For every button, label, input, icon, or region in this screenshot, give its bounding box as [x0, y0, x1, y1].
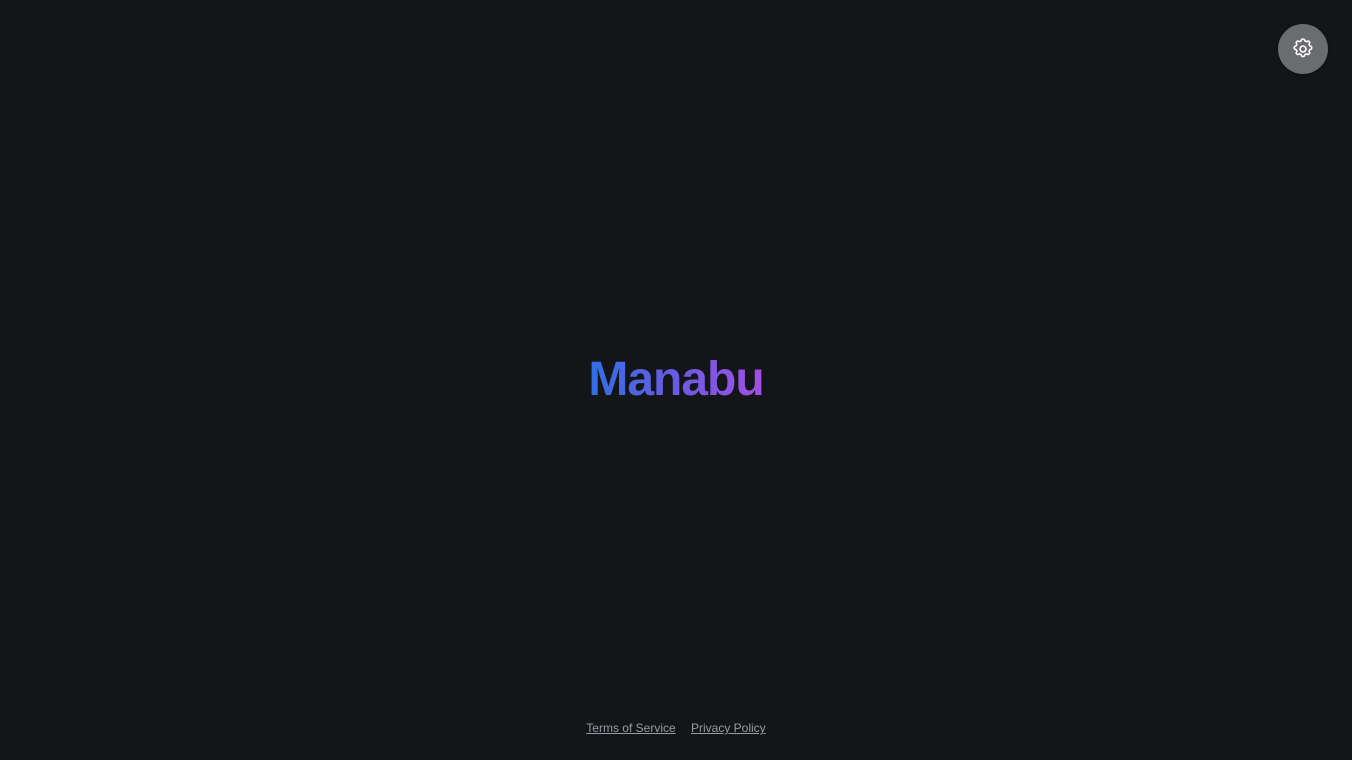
footer: Terms of Service Privacy Policy — [0, 720, 1352, 736]
app-title: Manabu — [588, 353, 764, 406]
settings-button[interactable] — [1278, 24, 1328, 74]
gear-icon — [1291, 37, 1315, 61]
landing-page: Manabu Terms of Service Privacy Policy — [0, 0, 1352, 760]
privacy-policy-link[interactable]: Privacy Policy — [691, 721, 766, 735]
terms-of-service-link[interactable]: Terms of Service — [586, 721, 675, 735]
brand-container: Manabu — [0, 352, 1352, 408]
